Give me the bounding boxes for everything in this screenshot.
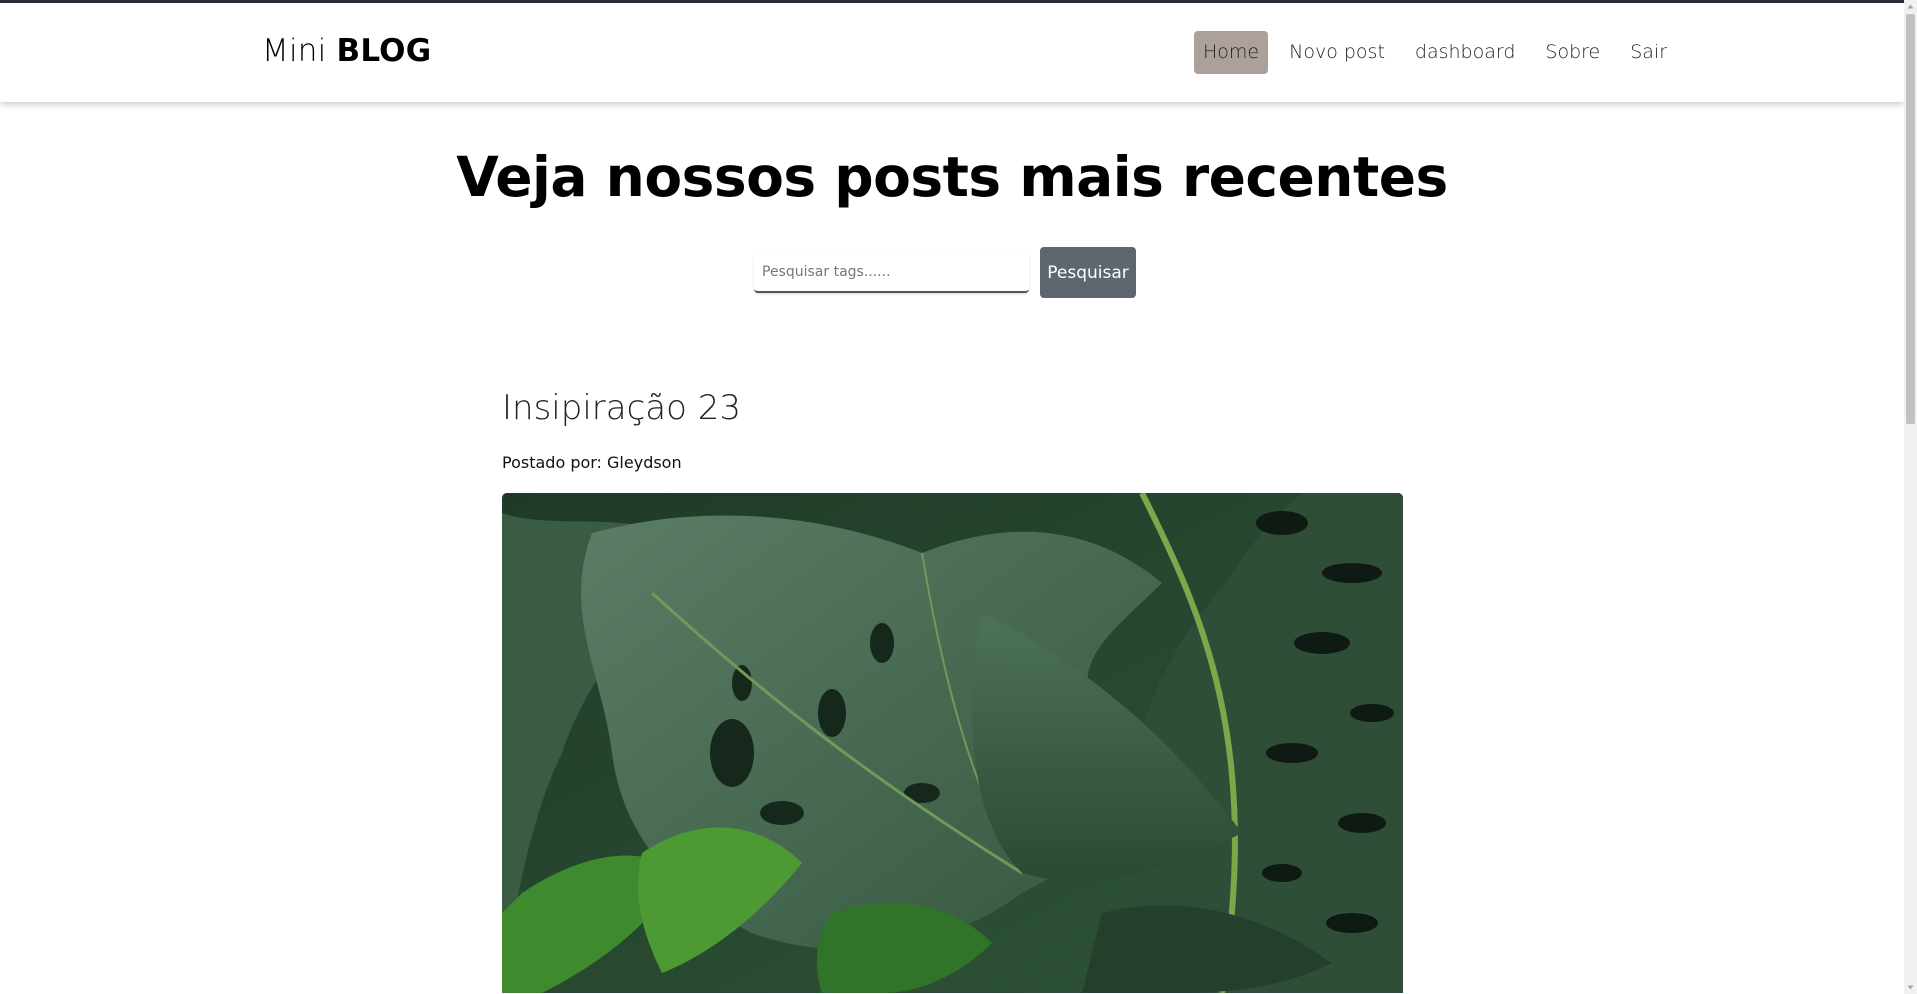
scrollbar[interactable]: [1904, 0, 1917, 994]
search-input[interactable]: [754, 252, 1029, 293]
nav-item-home[interactable]: Home: [1194, 31, 1269, 74]
nav-item-sair[interactable]: Sair: [1621, 31, 1676, 74]
search-button[interactable]: Pesquisar: [1040, 247, 1136, 298]
post-card: Insipiração 23 Postado por: Gleydson: [502, 388, 1403, 993]
nav-item-sobre[interactable]: Sobre: [1536, 31, 1609, 74]
nav-item-dashboard[interactable]: dashboard: [1406, 31, 1525, 74]
scroll-down-arrow-icon[interactable]: [1904, 981, 1917, 994]
post-image: [502, 493, 1403, 993]
brand-logo[interactable]: Mini BLOG: [262, 33, 431, 69]
nav-links: Home Novo post dashboard Sobre Sair: [1194, 31, 1688, 74]
brand-bold-text: BLOG: [336, 33, 432, 69]
post-title[interactable]: Insipiração 23: [502, 388, 1403, 428]
search-form: Pesquisar: [754, 247, 1136, 298]
post-author: Postado por: Gleydson: [502, 453, 682, 472]
navbar: Mini BLOG Home Novo post dashboard Sobre…: [0, 3, 1904, 102]
brand-light-text: Mini: [262, 33, 327, 69]
scroll-up-arrow-icon[interactable]: [1904, 0, 1917, 13]
nav-item-novo-post[interactable]: Novo post: [1280, 31, 1394, 74]
monstera-leaves-image: [502, 493, 1403, 993]
page-title: Veja nossos posts mais recentes: [456, 145, 1448, 209]
scrollbar-thumb[interactable]: [1906, 14, 1915, 424]
